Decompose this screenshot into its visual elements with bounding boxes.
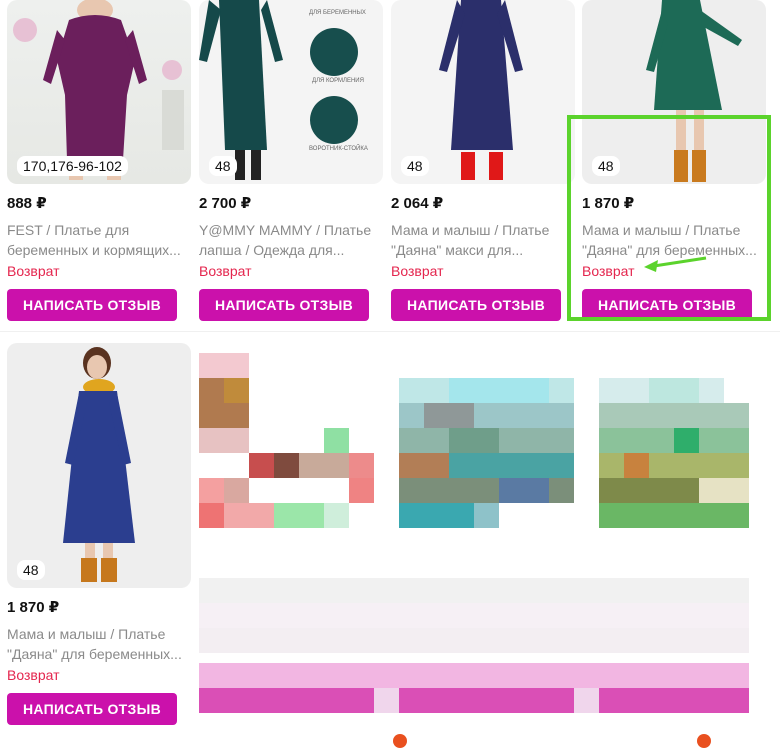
size-badge: 48 — [209, 156, 237, 176]
price: 888 ₽ — [7, 195, 47, 212]
product-title[interactable]: Мама и малыш / Платье "Даяна" макси для.… — [391, 220, 577, 260]
write-review-button[interactable]: НАПИСАТЬ ОТЗЫВ — [7, 289, 177, 321]
size-badge: 48 — [401, 156, 429, 176]
product-card-1[interactable]: 170,176-96-102 888 ₽ FEST / Платье для б… — [7, 0, 193, 321]
notification-dot — [393, 734, 407, 748]
notification-dot — [697, 734, 711, 748]
return-status: Возврат — [391, 263, 444, 279]
pixelated-content — [199, 353, 749, 713]
write-review-button[interactable]: НАПИСАТЬ ОТЗЫВ — [199, 289, 369, 321]
product-image[interactable]: ДЛЯ БЕРЕМЕННЫХ ДЛЯ КОРМЛЕНИЯ ВОРОТНИК-СТ… — [199, 0, 383, 184]
size-badge: 48 — [17, 560, 45, 580]
feature-label-2: ДЛЯ КОРМЛЕНИЯ — [312, 78, 364, 84]
write-review-button[interactable]: НАПИСАТЬ ОТЗЫВ — [391, 289, 561, 321]
product-title[interactable]: Мама и малыш / Платье "Даяна" для береме… — [7, 624, 193, 664]
write-review-button[interactable]: НАПИСАТЬ ОТЗЫВ — [7, 693, 177, 725]
product-title[interactable]: Y@MMY MAMMY / Платье лапша / Одежда для.… — [199, 220, 385, 260]
price: 2 700 ₽ — [199, 195, 252, 212]
green-arrow-icon — [644, 256, 707, 272]
highlight-frame — [567, 115, 771, 321]
size-badge: 170,176-96-102 — [17, 156, 128, 176]
return-status: Возврат — [7, 263, 60, 279]
dress-photo-icon — [63, 347, 135, 582]
price: 1 870 ₽ — [7, 599, 60, 616]
product-image[interactable]: 48 — [7, 343, 191, 588]
product-image[interactable]: 48 — [391, 0, 575, 184]
return-status: Возврат — [199, 263, 252, 279]
product-card-5[interactable]: 48 1 870 ₽ Мама и малыш / Платье "Даяна"… — [7, 343, 193, 725]
feature-label-3: ВОРОТНИК-СТОЙКА — [309, 146, 368, 152]
product-card-3[interactable]: 48 2 064 ₽ Мама и малыш / Платье "Даяна"… — [391, 0, 577, 321]
product-card-2[interactable]: ДЛЯ БЕРЕМЕННЫХ ДЛЯ КОРМЛЕНИЯ ВОРОТНИК-СТ… — [199, 0, 385, 321]
product-title[interactable]: FEST / Платье для беременных и кормящих.… — [7, 220, 193, 260]
return-status: Возврат — [7, 667, 60, 683]
divider — [0, 331, 780, 332]
product-image[interactable]: 170,176-96-102 — [7, 0, 191, 184]
price: 2 064 ₽ — [391, 195, 444, 212]
feature-label-1: ДЛЯ БЕРЕМЕННЫХ — [309, 10, 366, 16]
